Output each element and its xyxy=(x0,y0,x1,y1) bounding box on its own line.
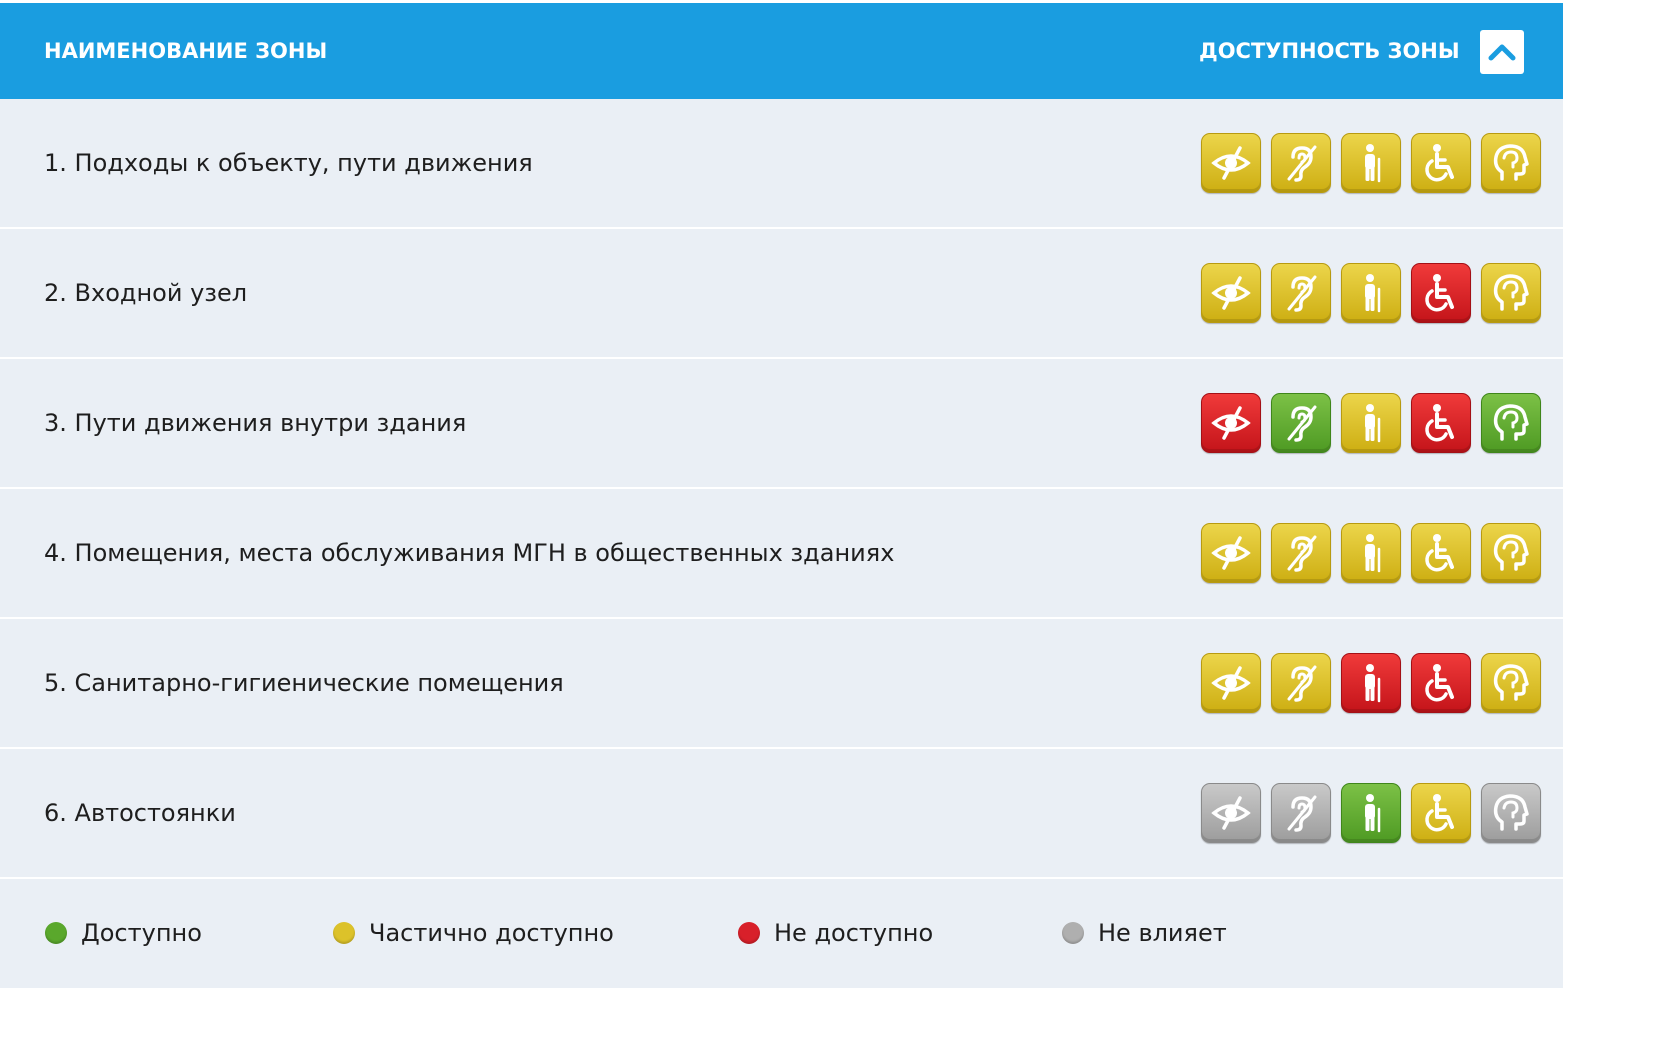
hearing-impaired-icon[interactable] xyxy=(1271,263,1331,323)
zone-name: 6. Автостоянки xyxy=(44,799,236,827)
mobility-impaired-icon[interactable] xyxy=(1341,523,1401,583)
hearing-impaired-icon[interactable] xyxy=(1271,523,1331,583)
zone-name: 2. Входной узел xyxy=(44,279,248,307)
mobility-impaired-icon[interactable] xyxy=(1341,783,1401,843)
zone-name: 1. Подходы к объекту, пути движения xyxy=(44,149,533,177)
zone-name: 5. Санитарно-гигиенические помещения xyxy=(44,669,564,697)
status-dot-gray xyxy=(1062,922,1084,944)
legend-item-not-affecting: Не влияет xyxy=(1062,919,1227,947)
mobility-impaired-icon[interactable] xyxy=(1341,393,1401,453)
vision-impaired-icon[interactable] xyxy=(1201,393,1261,453)
accessibility-icons xyxy=(1201,393,1541,453)
accessibility-icons xyxy=(1201,263,1541,323)
table-row: 3. Пути движения внутри здания xyxy=(0,359,1563,489)
zone-accessibility-panel: НАИМЕНОВАНИЕ ЗОНЫ ДОСТУПНОСТЬ ЗОНЫ 1. По… xyxy=(0,3,1563,988)
accessibility-icons xyxy=(1201,523,1541,583)
table-row: 6. Автостоянки xyxy=(0,749,1563,879)
legend-label: Доступно xyxy=(81,919,202,947)
hearing-impaired-icon[interactable] xyxy=(1271,783,1331,843)
vision-impaired-icon[interactable] xyxy=(1201,783,1261,843)
status-dot-green xyxy=(45,922,67,944)
legend-label: Не доступно xyxy=(774,919,934,947)
chevron-up-icon xyxy=(1488,44,1516,61)
mobility-impaired-icon[interactable] xyxy=(1341,653,1401,713)
wheelchair-icon[interactable] xyxy=(1411,393,1471,453)
zone-name: 4. Помещения, места обслуживания МГН в о… xyxy=(44,539,895,567)
accessibility-column-header: ДОСТУПНОСТЬ ЗОНЫ xyxy=(1199,39,1460,63)
mobility-impaired-icon[interactable] xyxy=(1341,133,1401,193)
status-dot-red xyxy=(738,922,760,944)
mental-impaired-icon[interactable] xyxy=(1481,393,1541,453)
table-row: 4. Помещения, места обслуживания МГН в о… xyxy=(0,489,1563,619)
table-row: 2. Входной узел xyxy=(0,229,1563,359)
wheelchair-icon[interactable] xyxy=(1411,653,1471,713)
mental-impaired-icon[interactable] xyxy=(1481,653,1541,713)
hearing-impaired-icon[interactable] xyxy=(1271,133,1331,193)
vision-impaired-icon[interactable] xyxy=(1201,653,1261,713)
table-row: 1. Подходы к объекту, пути движения xyxy=(0,99,1563,229)
mental-impaired-icon[interactable] xyxy=(1481,523,1541,583)
zone-name: 3. Пути движения внутри здания xyxy=(44,409,467,437)
wheelchair-icon[interactable] xyxy=(1411,263,1471,323)
wheelchair-icon[interactable] xyxy=(1411,133,1471,193)
mental-impaired-icon[interactable] xyxy=(1481,783,1541,843)
accessibility-icons xyxy=(1201,653,1541,713)
zone-name-column-header: НАИМЕНОВАНИЕ ЗОНЫ xyxy=(44,39,328,63)
wheelchair-icon[interactable] xyxy=(1411,783,1471,843)
legend-item-partially-available: Частично доступно xyxy=(333,919,614,947)
legend: Доступно Частично доступно Не доступно Н… xyxy=(0,879,1563,987)
mental-impaired-icon[interactable] xyxy=(1481,133,1541,193)
legend-label: Частично доступно xyxy=(369,919,614,947)
vision-impaired-icon[interactable] xyxy=(1201,133,1261,193)
accessibility-icons xyxy=(1201,133,1541,193)
hearing-impaired-icon[interactable] xyxy=(1271,393,1331,453)
mobility-impaired-icon[interactable] xyxy=(1341,263,1401,323)
table-row: 5. Санитарно-гигиенические помещения xyxy=(0,619,1563,749)
collapse-button[interactable] xyxy=(1480,30,1524,74)
vision-impaired-icon[interactable] xyxy=(1201,523,1261,583)
wheelchair-icon[interactable] xyxy=(1411,523,1471,583)
legend-label: Не влияет xyxy=(1098,919,1227,947)
accessibility-icons xyxy=(1201,783,1541,843)
legend-item-available: Доступно xyxy=(45,919,202,947)
table-header: НАИМЕНОВАНИЕ ЗОНЫ ДОСТУПНОСТЬ ЗОНЫ xyxy=(0,3,1563,99)
zone-list: 1. Подходы к объекту, пути движения 2. Вх… xyxy=(0,99,1563,879)
legend-item-not-available: Не доступно xyxy=(738,919,933,947)
status-dot-yellow xyxy=(333,922,355,944)
vision-impaired-icon[interactable] xyxy=(1201,263,1261,323)
hearing-impaired-icon[interactable] xyxy=(1271,653,1331,713)
mental-impaired-icon[interactable] xyxy=(1481,263,1541,323)
